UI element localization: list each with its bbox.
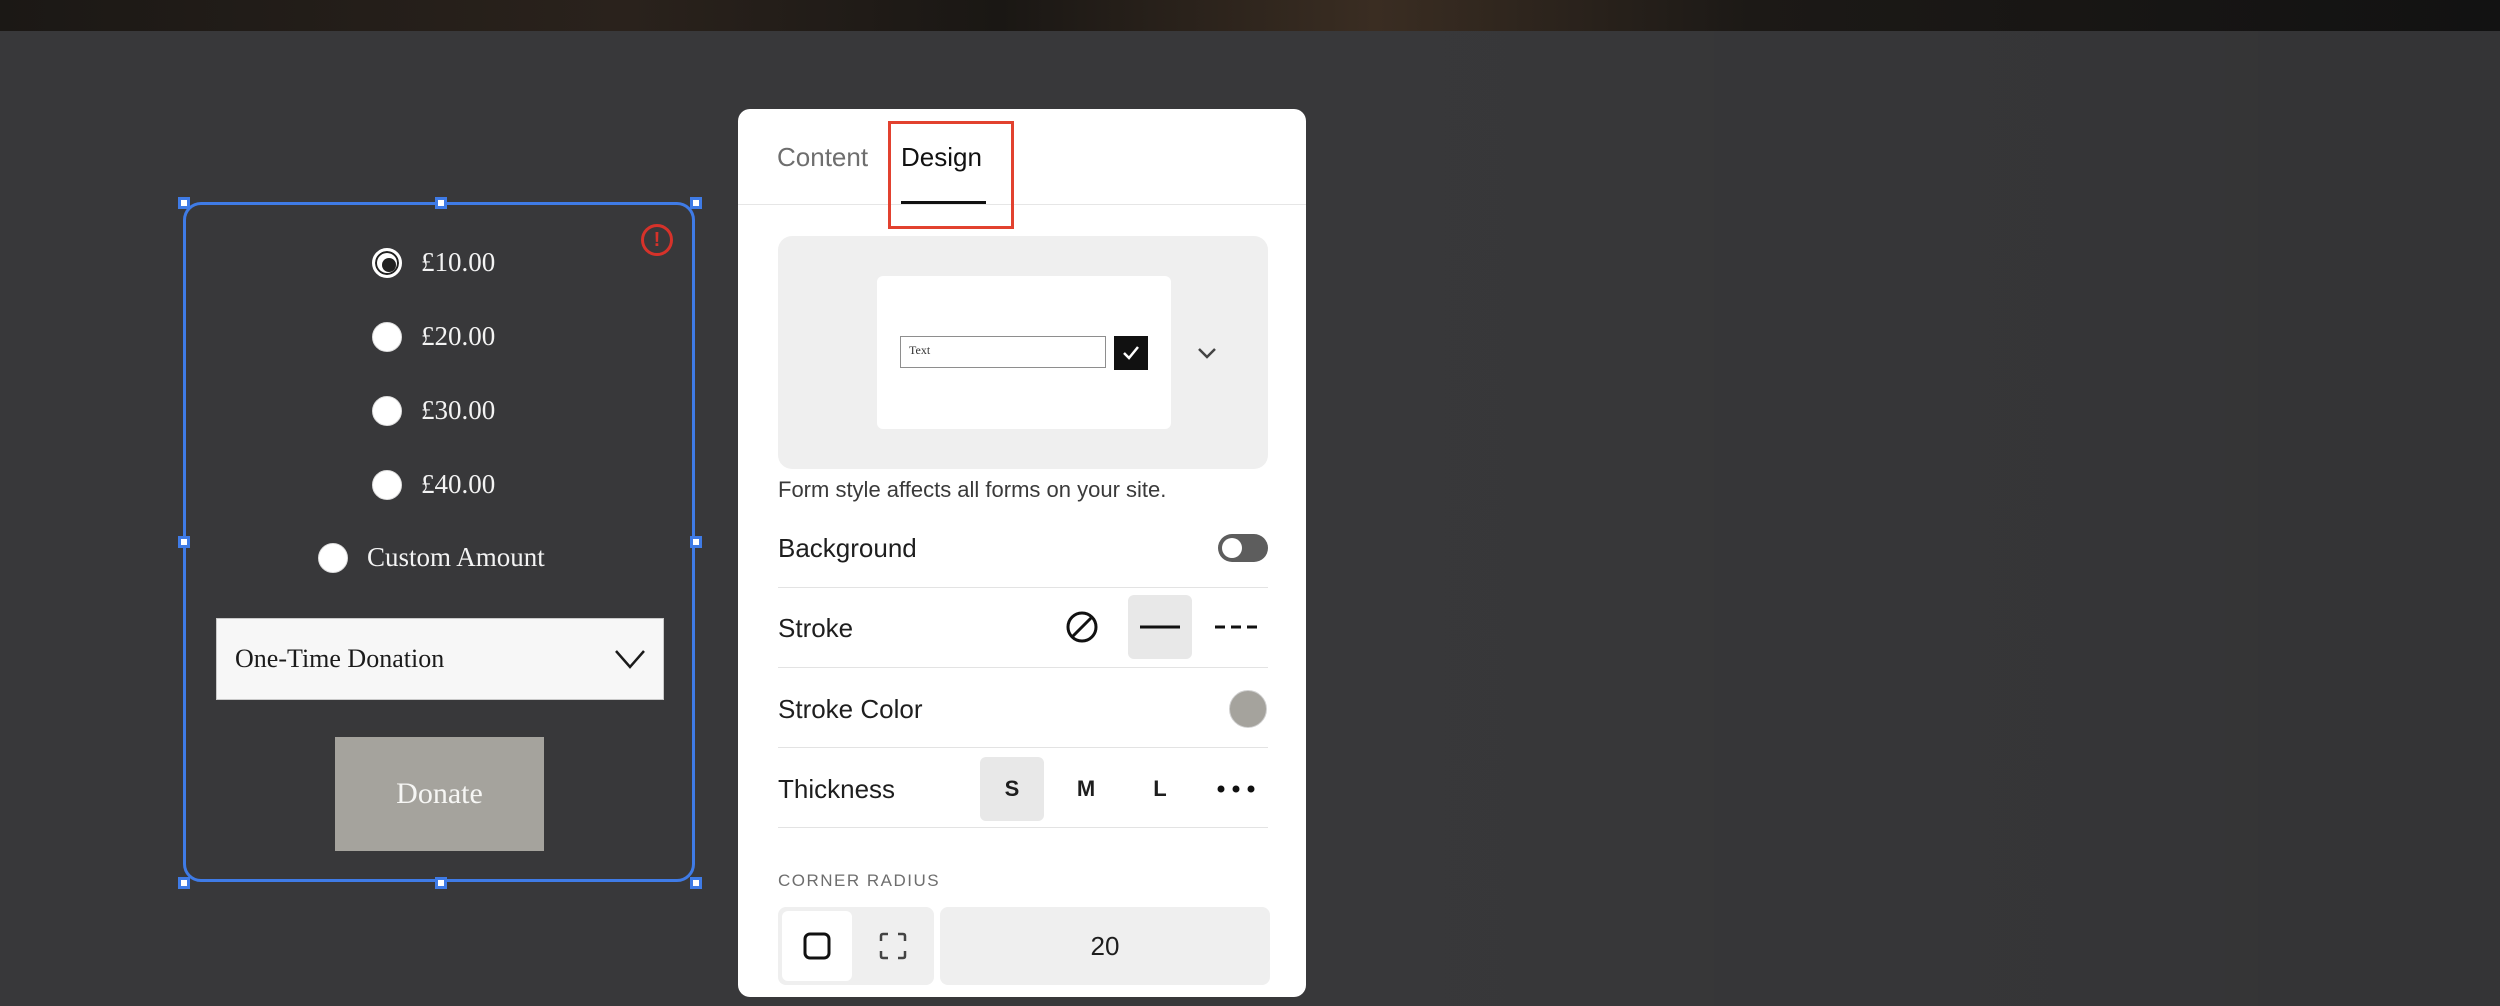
row-divider [778,827,1268,828]
thickness-m-label: M [1076,776,1096,801]
stroke-solid-button[interactable] [1128,595,1192,659]
tab-content[interactable]: Content [777,142,868,173]
amount-label: £30.00 [421,395,496,425]
corner-uniform-button[interactable] [782,911,852,981]
form-style-preview[interactable]: Text [778,236,1268,469]
canvas-background [1306,31,2500,1006]
donate-button[interactable]: Donate [335,737,544,851]
resize-handle-top-right[interactable] [690,197,702,209]
row-divider [778,747,1268,748]
corner-radius-mode-group [778,907,934,985]
row-divider [778,587,1268,588]
rounded-square-icon [803,932,831,960]
stroke-dashed-button[interactable] [1204,595,1268,659]
amount-option-20[interactable]: £20.00 [372,321,495,352]
corner-individual-button[interactable] [858,911,928,981]
resize-handle-top-left[interactable] [178,197,190,209]
resize-handle-top[interactable] [435,197,447,209]
amount-label: £20.00 [421,321,496,351]
none-icon [1066,611,1098,643]
background-label: Background [778,533,917,563]
corners-icon [879,932,907,960]
amount-label: £10.00 [421,247,496,277]
radio-icon[interactable] [372,395,402,426]
radio-icon[interactable] [372,321,402,352]
background-image-strip [0,0,2500,31]
thickness-s-button[interactable]: S [980,757,1044,821]
corner-radius-input[interactable]: 20 [940,907,1270,985]
row-divider [778,667,1268,668]
stroke-color-label: Stroke Color [778,694,923,724]
thickness-l-label: L [1153,776,1167,801]
radio-selected-icon[interactable] [372,247,402,278]
design-tab-highlight [888,121,1014,229]
corner-radius-heading: CORNER RADIUS [778,871,941,890]
form-style-preview-card: Text [877,276,1171,429]
amount-option-30[interactable]: £30.00 [372,395,495,426]
resize-handle-left[interactable] [178,536,190,548]
chevron-down-icon[interactable] [1196,342,1218,364]
donate-label: Donate [396,777,483,810]
more-dots-icon [1217,785,1255,793]
stroke-label: Stroke [778,613,854,643]
thickness-label: Thickness [778,774,896,804]
radio-icon[interactable] [372,469,402,500]
thickness-l-button[interactable]: L [1128,757,1192,821]
resize-handle-right[interactable] [690,536,702,548]
resize-handle-bottom[interactable] [435,877,447,889]
radio-icon[interactable] [318,542,348,573]
checkmark-icon [1123,346,1139,360]
amount-label: £40.00 [421,469,496,499]
chevron-down-icon [615,650,645,669]
background-toggle[interactable] [1218,534,1268,562]
solid-line-icon [1140,625,1180,629]
frequency-select[interactable]: One-Time Donation [216,618,664,700]
tabs-divider [738,204,1306,205]
custom-amount-label: Custom Amount [367,542,545,572]
frequency-select-value: One-Time Donation [235,644,445,673]
amount-option-10[interactable]: £10.00 [372,247,495,278]
thickness-s-label: S [1004,776,1020,801]
amount-option-40[interactable]: £40.00 [372,469,495,500]
design-panel: Content Design Text Form style affects a… [738,109,1306,997]
resize-handle-bottom-left[interactable] [178,877,190,889]
form-style-helper-text: Form style affects all forms on your sit… [778,477,1167,502]
more-options-button[interactable] [1204,757,1268,821]
stroke-color-swatch[interactable] [1229,690,1267,728]
warning-icon[interactable]: ! [641,224,673,256]
thickness-m-button[interactable]: M [1054,757,1118,821]
amount-option-custom[interactable]: Custom Amount [318,542,545,573]
corner-radius-value: 20 [1090,930,1120,961]
dashed-line-icon [1215,625,1257,629]
resize-handle-bottom-right[interactable] [690,877,702,889]
preview-checkbox [1114,336,1148,370]
stroke-none-button[interactable] [1050,595,1114,659]
preview-text-input: Text [900,336,1106,368]
